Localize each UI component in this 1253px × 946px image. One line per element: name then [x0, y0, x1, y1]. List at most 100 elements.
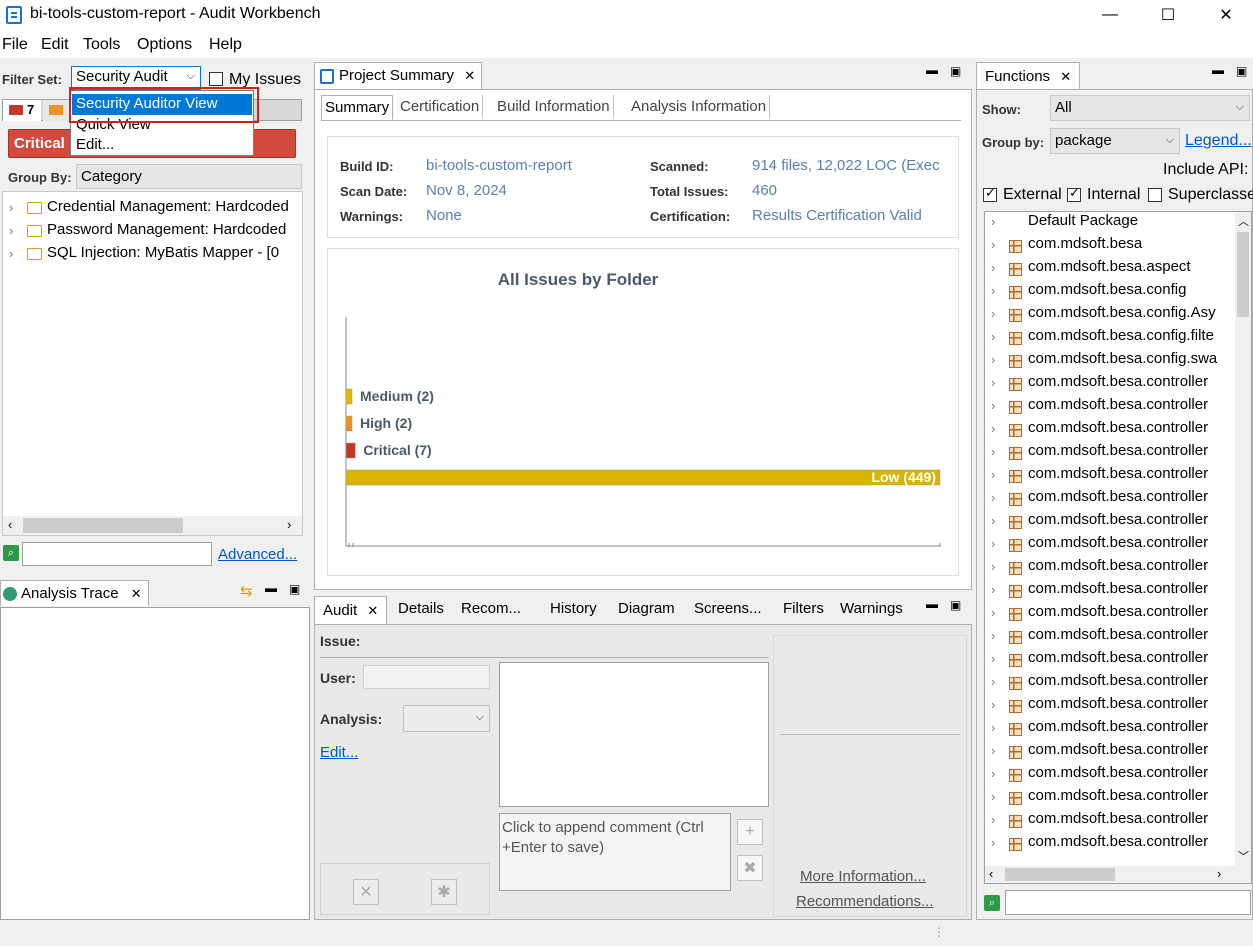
- tab-recommendations[interactable]: Recom...: [461, 600, 521, 617]
- scroll-thumb[interactable]: [1005, 868, 1115, 881]
- package-icon: [1009, 332, 1022, 345]
- comment-input[interactable]: Click to append comment (Ctrl +Enter to …: [499, 813, 731, 891]
- package-icon: [1009, 401, 1022, 414]
- more-information-link[interactable]: More Information...: [800, 868, 926, 885]
- function-package-label: Default Package: [1028, 212, 1139, 229]
- package-icon: [1009, 769, 1022, 782]
- summary-icon: [320, 69, 334, 84]
- advanced-link[interactable]: Advanced...: [218, 546, 297, 563]
- scroll-right-icon[interactable]: ›: [287, 517, 291, 532]
- user-field[interactable]: [363, 665, 490, 689]
- group-by-select[interactable]: package ⌵: [1050, 128, 1180, 154]
- scroll-right-icon[interactable]: ›: [1217, 866, 1221, 881]
- chevron-right-icon: ›: [991, 835, 996, 850]
- tab-screenshots[interactable]: Screens...: [694, 600, 762, 617]
- minimize-view-icon[interactable]: ▬: [265, 581, 277, 595]
- sync-icon[interactable]: ⇆: [240, 582, 253, 600]
- tab-audit[interactable]: Audit ✕: [314, 596, 388, 624]
- maximize-button[interactable]: ☐: [1139, 0, 1197, 30]
- menu-tools[interactable]: Tools: [83, 36, 120, 54]
- maximize-view-icon[interactable]: ▣: [950, 64, 961, 78]
- recommendations-link[interactable]: Recommendations...: [796, 893, 934, 910]
- chevron-down-icon: ⌵: [475, 711, 484, 723]
- tab-history[interactable]: History: [550, 600, 597, 617]
- issues-tree: › Credential Management: Hardcoded › Pas…: [2, 191, 303, 536]
- tab-diagram[interactable]: Diagram: [618, 600, 675, 617]
- horizontal-scrollbar[interactable]: ‹ ›: [3, 516, 302, 535]
- tab-certification[interactable]: Certification: [397, 95, 484, 118]
- functions-tab[interactable]: Functions ✕: [976, 62, 1081, 90]
- close-tab-icon[interactable]: ✕: [131, 586, 142, 601]
- scroll-left-icon[interactable]: ‹: [989, 866, 993, 881]
- functions-body: Show: All ⌵ Group by: package ⌵ Legend..…: [976, 89, 1253, 920]
- tab-warnings[interactable]: Warnings: [840, 600, 903, 617]
- internal-label: Internal: [1087, 186, 1141, 203]
- my-issues-checkbox[interactable]: [209, 72, 223, 86]
- minimize-view-icon[interactable]: ▬: [1212, 63, 1224, 77]
- scroll-down-icon[interactable]: ﹀: [1238, 848, 1249, 864]
- tab-build-information[interactable]: Build Information: [494, 95, 614, 118]
- add-comment-icon[interactable]: +: [737, 819, 763, 845]
- package-icon: [1009, 470, 1022, 483]
- search-icon[interactable]: ⌕: [3, 545, 19, 561]
- delete-comment-icon[interactable]: ✖: [737, 855, 763, 881]
- tab-filters[interactable]: Filters: [783, 600, 824, 617]
- package-icon: [1009, 355, 1022, 368]
- close-tab-icon[interactable]: ✕: [367, 603, 378, 618]
- tab-analysis-information[interactable]: Analysis Information: [628, 95, 771, 118]
- bug-icon[interactable]: ✱: [431, 879, 457, 905]
- scroll-thumb[interactable]: [23, 518, 183, 533]
- external-checkbox[interactable]: [983, 185, 997, 202]
- maximize-view-icon[interactable]: ▣: [950, 598, 961, 612]
- search-input[interactable]: [22, 542, 212, 566]
- project-summary-tab[interactable]: Project Summary ✕: [314, 62, 483, 90]
- show-select[interactable]: All ⌵: [1050, 95, 1250, 121]
- package-icon: [1009, 792, 1022, 805]
- analysis-trace-tab[interactable]: Analysis Trace ✕: [0, 580, 149, 606]
- maximize-view-icon[interactable]: ▣: [1236, 64, 1247, 78]
- functions-panel: Functions ✕ ▬ ▣ Show: All ⌵ Group by: pa…: [976, 62, 1253, 920]
- close-tab-icon[interactable]: ✕: [1060, 69, 1071, 84]
- minimize-view-icon[interactable]: ▬: [926, 597, 938, 611]
- superclasses-checkbox[interactable]: [1148, 188, 1162, 202]
- suppress-icon[interactable]: ✕: [353, 879, 379, 905]
- menu-help[interactable]: Help: [209, 36, 242, 54]
- search-icon[interactable]: ⌕: [984, 895, 1000, 911]
- group-by-select[interactable]: Category: [76, 164, 302, 189]
- scroll-left-icon[interactable]: ‹: [8, 517, 12, 532]
- minimize-view-icon[interactable]: ▬: [926, 63, 938, 77]
- edit-link[interactable]: Edit...: [320, 744, 358, 761]
- scanned-value: 914 files, 12,022 LOC (Exec: [752, 157, 940, 174]
- bar-label-high: High (2): [360, 415, 412, 431]
- functions-search-input[interactable]: [1005, 890, 1251, 915]
- menu-edit[interactable]: Edit: [41, 36, 69, 54]
- vertical-scrollbar[interactable]: ︿ ﹀: [1235, 212, 1251, 866]
- menu-options[interactable]: Options: [137, 36, 192, 54]
- horizontal-scrollbar[interactable]: ‹ ›: [985, 866, 1251, 883]
- maximize-view-icon[interactable]: ▣: [289, 582, 300, 596]
- internal-checkbox[interactable]: [1067, 185, 1081, 202]
- project-summary-panel: Project Summary ✕ ▬ ▣ Summary Certificat…: [314, 62, 972, 590]
- menu-file[interactable]: File: [2, 36, 28, 54]
- legend-link[interactable]: Legend...: [1185, 132, 1252, 150]
- tab-details[interactable]: Details: [398, 600, 444, 617]
- package-icon: [1009, 424, 1022, 437]
- dropdown-option-edit[interactable]: Edit...: [72, 135, 252, 155]
- tab-critical[interactable]: 7: [3, 100, 41, 121]
- scan-date-value: Nov 8, 2024: [426, 182, 507, 199]
- function-package-label: com.mdsoft.besa.aspect: [1028, 258, 1191, 275]
- function-package-label: com.mdsoft.besa.controller: [1028, 833, 1209, 850]
- chevron-right-icon: ›: [991, 329, 996, 344]
- close-tab-icon[interactable]: ✕: [464, 68, 475, 83]
- user-label: User:: [320, 670, 356, 686]
- close-button[interactable]: ✕: [1197, 0, 1253, 30]
- tab-high[interactable]: [43, 100, 71, 121]
- scroll-thumb[interactable]: [1237, 232, 1249, 317]
- chevron-right-icon: ›: [9, 200, 14, 215]
- scroll-up-icon[interactable]: ︿: [1238, 213, 1249, 229]
- chevron-right-icon: ›: [991, 536, 996, 551]
- analysis-select[interactable]: ⌵: [403, 705, 490, 732]
- tab-summary[interactable]: Summary: [321, 95, 394, 120]
- minimize-button[interactable]: —: [1081, 0, 1139, 30]
- issue-label: Issue:: [320, 633, 361, 649]
